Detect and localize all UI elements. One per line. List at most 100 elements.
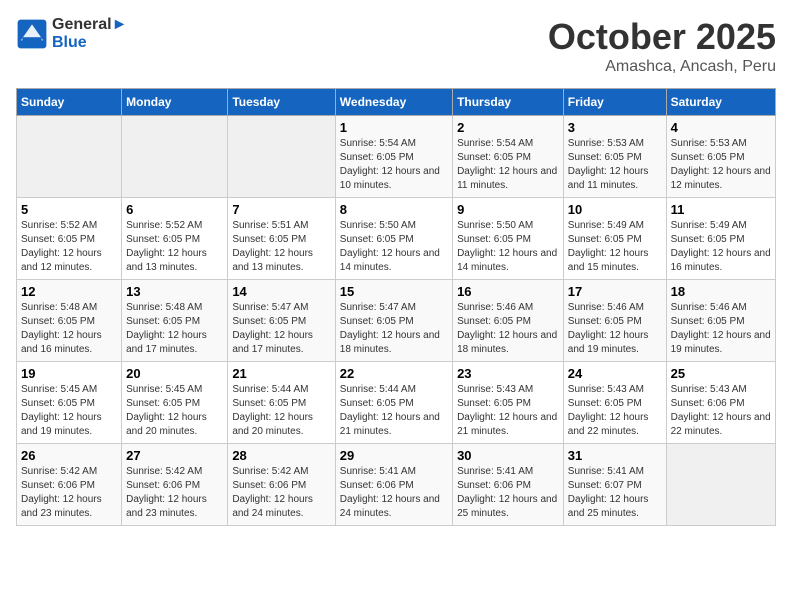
calendar-cell [122, 116, 228, 198]
logo: General► Blue [16, 16, 127, 52]
calendar-week-3: 12Sunrise: 5:48 AMSunset: 6:05 PMDayligh… [17, 280, 776, 362]
column-header-sunday: Sunday [17, 89, 122, 116]
day-number: 1 [340, 120, 448, 135]
day-info: Sunrise: 5:49 AMSunset: 6:05 PMDaylight:… [568, 219, 662, 275]
calendar-cell: 13Sunrise: 5:48 AMSunset: 6:05 PMDayligh… [122, 280, 228, 362]
day-number: 12 [21, 284, 117, 299]
location-subtitle: Amashca, Ancash, Peru [548, 58, 776, 76]
day-number: 4 [671, 120, 771, 135]
day-number: 5 [21, 202, 117, 217]
calendar-cell [666, 444, 775, 526]
day-number: 20 [126, 366, 223, 381]
calendar-cell: 7Sunrise: 5:51 AMSunset: 6:05 PMDaylight… [228, 198, 335, 280]
calendar-cell [228, 116, 335, 198]
day-info: Sunrise: 5:42 AMSunset: 6:06 PMDaylight:… [126, 465, 223, 521]
calendar-cell: 14 Sunrise: 5:47 AMSunset: 6:05 PMDayligh… [228, 280, 335, 362]
calendar-week-2: 5 Sunrise: 5:52 AMSunset: 6:05 PMDaylight… [17, 198, 776, 280]
calendar-cell: 28 Sunrise: 5:42 AMSunset: 6:06 PMDayligh… [228, 444, 335, 526]
calendar-week-1: 1 Sunrise: 5:54 AMSunset: 6:05 PMDaylight… [17, 116, 776, 198]
day-number: 2 [457, 120, 559, 135]
calendar-cell: 27 Sunrise: 5:42 AMSunset: 6:06 PMDayligh… [122, 444, 228, 526]
calendar-cell: 21Sunrise: 5:44 AMSunset: 6:05 PMDayligh… [228, 362, 335, 444]
calendar-week-4: 19Sunrise: 5:45 AMSunset: 6:05 PMDayligh… [17, 362, 776, 444]
day-number: 28 [232, 448, 330, 463]
day-info: Sunrise: 5:50 AMSunset: 6:05 PMDaylight:… [457, 219, 559, 275]
calendar-cell: 8 Sunrise: 5:50 AMSunset: 6:05 PMDaylight… [335, 198, 452, 280]
calendar-cell: 15Sunrise: 5:47 AMSunset: 6:05 PMDayligh… [335, 280, 452, 362]
calendar-cell: 12Sunrise: 5:48 AMSunset: 6:05 PMDayligh… [17, 280, 122, 362]
logo-text: General► Blue [52, 16, 127, 52]
calendar-cell: 19Sunrise: 5:45 AMSunset: 6:05 PMDayligh… [17, 362, 122, 444]
day-info: Sunrise: 5:54 AMSunset: 6:05 PMDaylight:… [340, 137, 448, 193]
calendar-cell: 23 Sunrise: 5:43 AMSunset: 6:05 PMDayligh… [453, 362, 564, 444]
day-info: Sunrise: 5:43 AMSunset: 6:05 PMDaylight:… [457, 383, 559, 439]
day-number: 10 [568, 202, 662, 217]
day-number: 24 [568, 366, 662, 381]
day-number: 31 [568, 448, 662, 463]
day-number: 26 [21, 448, 117, 463]
calendar-cell: 3Sunrise: 5:53 AMSunset: 6:05 PMDaylight… [563, 116, 666, 198]
calendar-cell: 24 Sunrise: 5:43 AMSunset: 6:05 PMDayligh… [563, 362, 666, 444]
day-info: Sunrise: 5:52 AMSunset: 6:05 PMDaylight:… [126, 219, 223, 275]
calendar-cell: 2 Sunrise: 5:54 AMSunset: 6:05 PMDaylight… [453, 116, 564, 198]
day-info: Sunrise: 5:42 AMSunset: 6:06 PMDaylight:… [21, 465, 117, 521]
day-number: 6 [126, 202, 223, 217]
calendar-cell: 31Sunrise: 5:41 AMSunset: 6:07 PMDayligh… [563, 444, 666, 526]
day-info: Sunrise: 5:47 AMSunset: 6:05 PMDaylight:… [232, 301, 330, 357]
month-title: October 2025 [548, 16, 776, 58]
calendar-cell: 22 Sunrise: 5:44 AMSunset: 6:05 PMDayligh… [335, 362, 452, 444]
day-number: 22 [340, 366, 448, 381]
day-number: 25 [671, 366, 771, 381]
day-info: Sunrise: 5:43 AMSunset: 6:06 PMDaylight:… [671, 383, 771, 439]
calendar-cell: 25 Sunrise: 5:43 AMSunset: 6:06 PMDayligh… [666, 362, 775, 444]
logo-icon [16, 18, 48, 50]
calendar-table: SundayMondayTuesdayWednesdayThursdayFrid… [16, 88, 776, 526]
page-header: General► Blue October 2025 Amashca, Anca… [16, 16, 776, 76]
calendar-cell: 5Sunrise: 5:52 AMSunset: 6:05 PMDaylight… [17, 198, 122, 280]
title-block: October 2025 Amashca, Ancash, Peru [548, 16, 776, 76]
day-info: Sunrise: 5:53 AMSunset: 6:05 PMDaylight:… [568, 137, 662, 193]
day-info: Sunrise: 5:41 AMSunset: 6:06 PMDaylight:… [340, 465, 448, 521]
day-number: 9 [457, 202, 559, 217]
column-header-wednesday: Wednesday [335, 89, 452, 116]
day-info: Sunrise: 5:45 AMSunset: 6:05 PMDaylight:… [126, 383, 223, 439]
calendar-cell: 20 Sunrise: 5:45 AMSunset: 6:05 PMDayligh… [122, 362, 228, 444]
day-number: 17 [568, 284, 662, 299]
calendar-cell: 26 Sunrise: 5:42 AMSunset: 6:06 PMDayligh… [17, 444, 122, 526]
day-number: 18 [671, 284, 771, 299]
day-number: 14 [232, 284, 330, 299]
day-info: Sunrise: 5:54 AMSunset: 6:05 PMDaylight:… [457, 137, 559, 193]
day-info: Sunrise: 5:42 AMSunset: 6:06 PMDaylight:… [232, 465, 330, 521]
day-number: 11 [671, 202, 771, 217]
calendar-cell: 4 Sunrise: 5:53 AMSunset: 6:05 PMDaylight… [666, 116, 775, 198]
day-number: 23 [457, 366, 559, 381]
day-info: Sunrise: 5:50 AMSunset: 6:05 PMDaylight:… [340, 219, 448, 275]
calendar-cell: 30 Sunrise: 5:41 AMSunset: 6:06 PMDayligh… [453, 444, 564, 526]
calendar-cell: 6 Sunrise: 5:52 AMSunset: 6:05 PMDaylight… [122, 198, 228, 280]
calendar-cell: 18 Sunrise: 5:46 AMSunset: 6:05 PMDayligh… [666, 280, 775, 362]
day-number: 8 [340, 202, 448, 217]
day-info: Sunrise: 5:45 AMSunset: 6:05 PMDaylight:… [21, 383, 117, 439]
day-info: Sunrise: 5:51 AMSunset: 6:05 PMDaylight:… [232, 219, 330, 275]
column-header-monday: Monday [122, 89, 228, 116]
day-number: 21 [232, 366, 330, 381]
day-info: Sunrise: 5:43 AMSunset: 6:05 PMDaylight:… [568, 383, 662, 439]
calendar-cell: 9 Sunrise: 5:50 AMSunset: 6:05 PMDaylight… [453, 198, 564, 280]
column-header-tuesday: Tuesday [228, 89, 335, 116]
calendar-header-row: SundayMondayTuesdayWednesdayThursdayFrid… [17, 89, 776, 116]
day-number: 30 [457, 448, 559, 463]
day-info: Sunrise: 5:49 AMSunset: 6:05 PMDaylight:… [671, 219, 771, 275]
day-info: Sunrise: 5:46 AMSunset: 6:05 PMDaylight:… [671, 301, 771, 357]
day-number: 16 [457, 284, 559, 299]
day-info: Sunrise: 5:53 AMSunset: 6:05 PMDaylight:… [671, 137, 771, 193]
day-number: 27 [126, 448, 223, 463]
column-header-thursday: Thursday [453, 89, 564, 116]
calendar-cell: 10 Sunrise: 5:49 AMSunset: 6:05 PMDayligh… [563, 198, 666, 280]
column-header-friday: Friday [563, 89, 666, 116]
day-info: Sunrise: 5:41 AMSunset: 6:06 PMDaylight:… [457, 465, 559, 521]
day-info: Sunrise: 5:44 AMSunset: 6:05 PMDaylight:… [340, 383, 448, 439]
calendar-cell [17, 116, 122, 198]
calendar-cell: 17Sunrise: 5:46 AMSunset: 6:05 PMDayligh… [563, 280, 666, 362]
calendar-week-5: 26 Sunrise: 5:42 AMSunset: 6:06 PMDayligh… [17, 444, 776, 526]
day-info: Sunrise: 5:46 AMSunset: 6:05 PMDaylight:… [457, 301, 559, 357]
